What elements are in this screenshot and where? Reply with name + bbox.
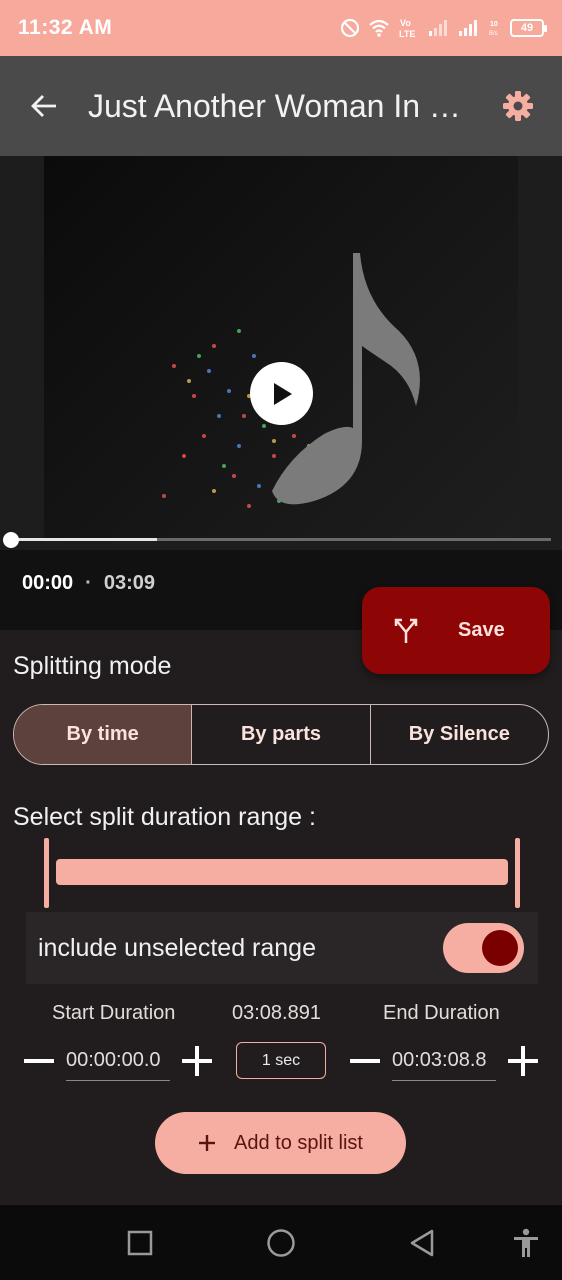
start-increment-button[interactable]	[180, 1044, 214, 1078]
battery-icon: 49	[510, 19, 547, 37]
include-unselected-row: include unselected range	[26, 912, 538, 984]
end-increment-button[interactable]	[506, 1044, 540, 1078]
accessibility-button[interactable]	[508, 1225, 544, 1261]
status-bar: 11:32 AM Vo LTE 10 B/s 49	[0, 0, 562, 56]
signal-icon	[429, 20, 447, 36]
play-button[interactable]	[250, 362, 313, 425]
system-navigation-bar	[0, 1205, 562, 1280]
minus-icon	[350, 1059, 380, 1063]
signal-icon-2	[459, 20, 477, 36]
split-icon	[392, 617, 420, 645]
volte-icon: VoLTE	[399, 18, 415, 39]
svg-text:10: 10	[490, 21, 498, 28]
seek-thumb[interactable]	[3, 532, 19, 548]
home-button[interactable]	[263, 1225, 299, 1261]
square-icon	[127, 1230, 153, 1256]
page-title: Just Another Woman In Love	[88, 87, 474, 124]
plus-icon	[182, 1046, 212, 1076]
mode-by-parts-button[interactable]: By parts	[191, 705, 369, 764]
svg-text:Vo: Vo	[400, 18, 411, 28]
do-not-disturb-icon	[340, 18, 360, 38]
start-duration-input[interactable]: 00:00:00.0	[66, 1049, 170, 1081]
seek-bar[interactable]	[0, 530, 562, 550]
include-unselected-label: include unselected range	[38, 933, 316, 962]
add-to-split-list-label: Add to split list	[234, 1131, 363, 1154]
end-duration-input[interactable]: 00:03:08.8	[392, 1049, 496, 1081]
split-range-slider[interactable]	[44, 838, 520, 908]
start-duration-label: Start Duration	[52, 1002, 176, 1024]
seek-progress	[11, 538, 157, 541]
step-size-button[interactable]: 1 sec	[236, 1042, 326, 1079]
mode-by-time-button[interactable]: By time	[14, 705, 192, 764]
add-to-split-list-button[interactable]: Add to split list	[155, 1112, 406, 1174]
album-artwork	[44, 156, 518, 540]
time-separator: ·	[85, 572, 92, 594]
range-start-handle[interactable]	[44, 838, 49, 908]
save-label: Save	[458, 619, 505, 641]
total-duration-value: 03:08.891	[232, 1002, 321, 1024]
end-decrement-button[interactable]	[348, 1044, 382, 1078]
plus-icon	[199, 1135, 216, 1151]
end-duration-label: End Duration	[383, 1002, 500, 1024]
total-time: 03:09	[103, 572, 155, 594]
include-unselected-toggle[interactable]	[443, 923, 524, 973]
accessibility-icon	[514, 1228, 538, 1257]
triangle-back-icon	[410, 1229, 434, 1257]
app-bar: Just Another Woman In Love	[0, 56, 562, 156]
plus-icon	[508, 1046, 538, 1076]
data-speed-icon: 10 B/s	[489, 21, 498, 37]
svg-text:B/s: B/s	[489, 31, 498, 37]
arrow-left-icon	[31, 95, 56, 117]
battery-level: 49	[520, 22, 534, 34]
gear-icon	[503, 91, 533, 121]
music-note-icon	[162, 253, 420, 508]
playback-times: 00:00 · 03:09	[22, 572, 155, 595]
range-fill	[56, 859, 508, 885]
range-title: Select split duration range :	[13, 803, 316, 831]
back-nav-button[interactable]	[404, 1225, 440, 1261]
splitting-mode-title: Splitting mode	[13, 652, 172, 680]
toggle-knob	[482, 930, 518, 966]
play-icon	[273, 382, 292, 405]
status-time: 11:32 AM	[18, 16, 113, 39]
status-icons: Vo LTE 10 B/s 49	[340, 17, 547, 39]
minus-icon	[24, 1059, 54, 1063]
range-end-handle[interactable]	[515, 838, 520, 908]
wifi-icon	[369, 19, 389, 37]
circle-icon	[267, 1229, 295, 1257]
start-decrement-button[interactable]	[22, 1044, 56, 1078]
back-button[interactable]	[0, 56, 88, 156]
recents-button[interactable]	[122, 1225, 158, 1261]
svg-text:LTE: LTE	[399, 29, 415, 39]
save-button[interactable]: Save	[362, 587, 550, 674]
settings-button[interactable]	[474, 56, 562, 156]
media-player: 00:00 · 03:09	[0, 156, 562, 630]
current-time: 00:00	[22, 572, 74, 594]
mode-by-silence-button[interactable]: By Silence	[369, 705, 548, 764]
splitting-mode-selector: By time By parts By Silence	[13, 704, 549, 765]
